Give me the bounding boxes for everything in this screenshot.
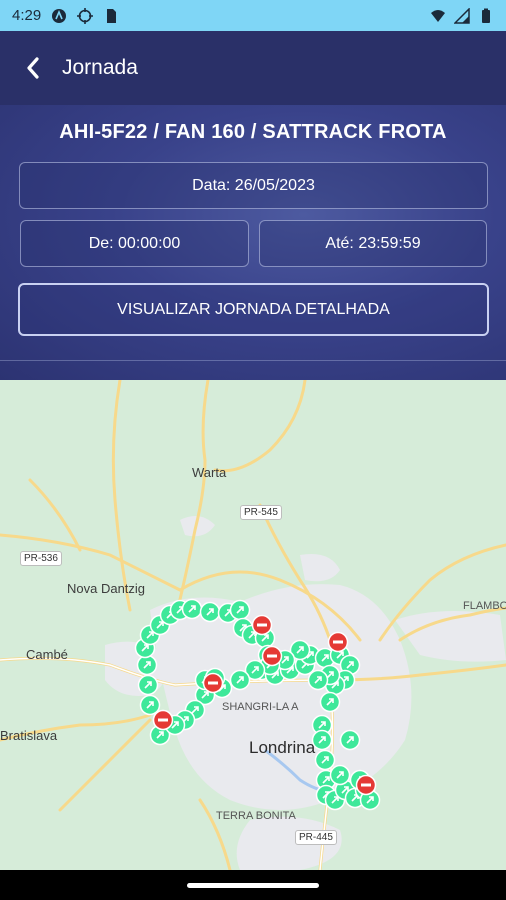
- page-title: Jornada: [62, 56, 138, 79]
- route-markers-layer: [134, 598, 381, 811]
- route-point-marker[interactable]: [181, 598, 203, 620]
- end-time-label: Até: 23:59:59: [325, 234, 421, 252]
- route-point-marker[interactable]: [319, 691, 341, 713]
- route-point-marker[interactable]: [329, 764, 351, 786]
- crosshair-icon: [77, 7, 94, 24]
- route-point-marker[interactable]: [314, 749, 336, 771]
- app-bar: Jornada: [0, 31, 506, 105]
- sd-card-icon: [107, 8, 117, 23]
- stop-marker[interactable]: [355, 774, 377, 796]
- panel-divider: [0, 360, 506, 361]
- stop-marker[interactable]: [327, 631, 349, 653]
- signal-icon: [454, 7, 470, 24]
- system-nav-bar: [0, 870, 506, 900]
- vehicle-title: AHI-5F22 / FAN 160 / SATTRACK FROTA: [59, 121, 447, 143]
- route-point-marker[interactable]: [229, 669, 251, 691]
- route-point-marker[interactable]: [229, 599, 251, 621]
- start-time-label: De: 00:00:00: [88, 234, 181, 252]
- status-bar: 4:29: [0, 0, 506, 31]
- home-gesture-handle[interactable]: [187, 882, 319, 888]
- stop-marker[interactable]: [251, 614, 273, 636]
- stop-marker[interactable]: [202, 672, 224, 694]
- view-detailed-journey-button[interactable]: VISUALIZAR JORNADA DETALHADA: [18, 283, 489, 336]
- status-time: 4:29: [12, 7, 42, 24]
- back-button[interactable]: [20, 55, 46, 81]
- date-field[interactable]: Data: 26/05/2023: [19, 162, 488, 209]
- route-point-marker[interactable]: [136, 654, 158, 676]
- journey-filter-panel: AHI-5F22 / FAN 160 / SATTRACK FROTA Data…: [0, 105, 506, 380]
- route-point-marker[interactable]: [139, 694, 161, 716]
- wifi-icon: [431, 9, 445, 22]
- route-map[interactable]: Warta Nova Dantzig Cambé Bratislava Lond…: [0, 380, 506, 870]
- stop-marker[interactable]: [261, 645, 283, 667]
- route-point-marker[interactable]: [199, 601, 221, 623]
- chevron-left-icon: [27, 57, 39, 79]
- a-logo-icon: [52, 8, 67, 23]
- battery-icon: [482, 8, 490, 23]
- date-label: Data: 26/05/2023: [192, 176, 315, 194]
- end-time-field[interactable]: Até: 23:59:59: [259, 220, 487, 267]
- stop-marker[interactable]: [152, 709, 174, 731]
- route-point-marker[interactable]: [339, 729, 361, 751]
- start-time-field[interactable]: De: 00:00:00: [20, 220, 249, 267]
- route-point-marker[interactable]: [307, 669, 329, 691]
- route-point-marker[interactable]: [137, 674, 159, 696]
- route-point-marker[interactable]: [311, 729, 333, 751]
